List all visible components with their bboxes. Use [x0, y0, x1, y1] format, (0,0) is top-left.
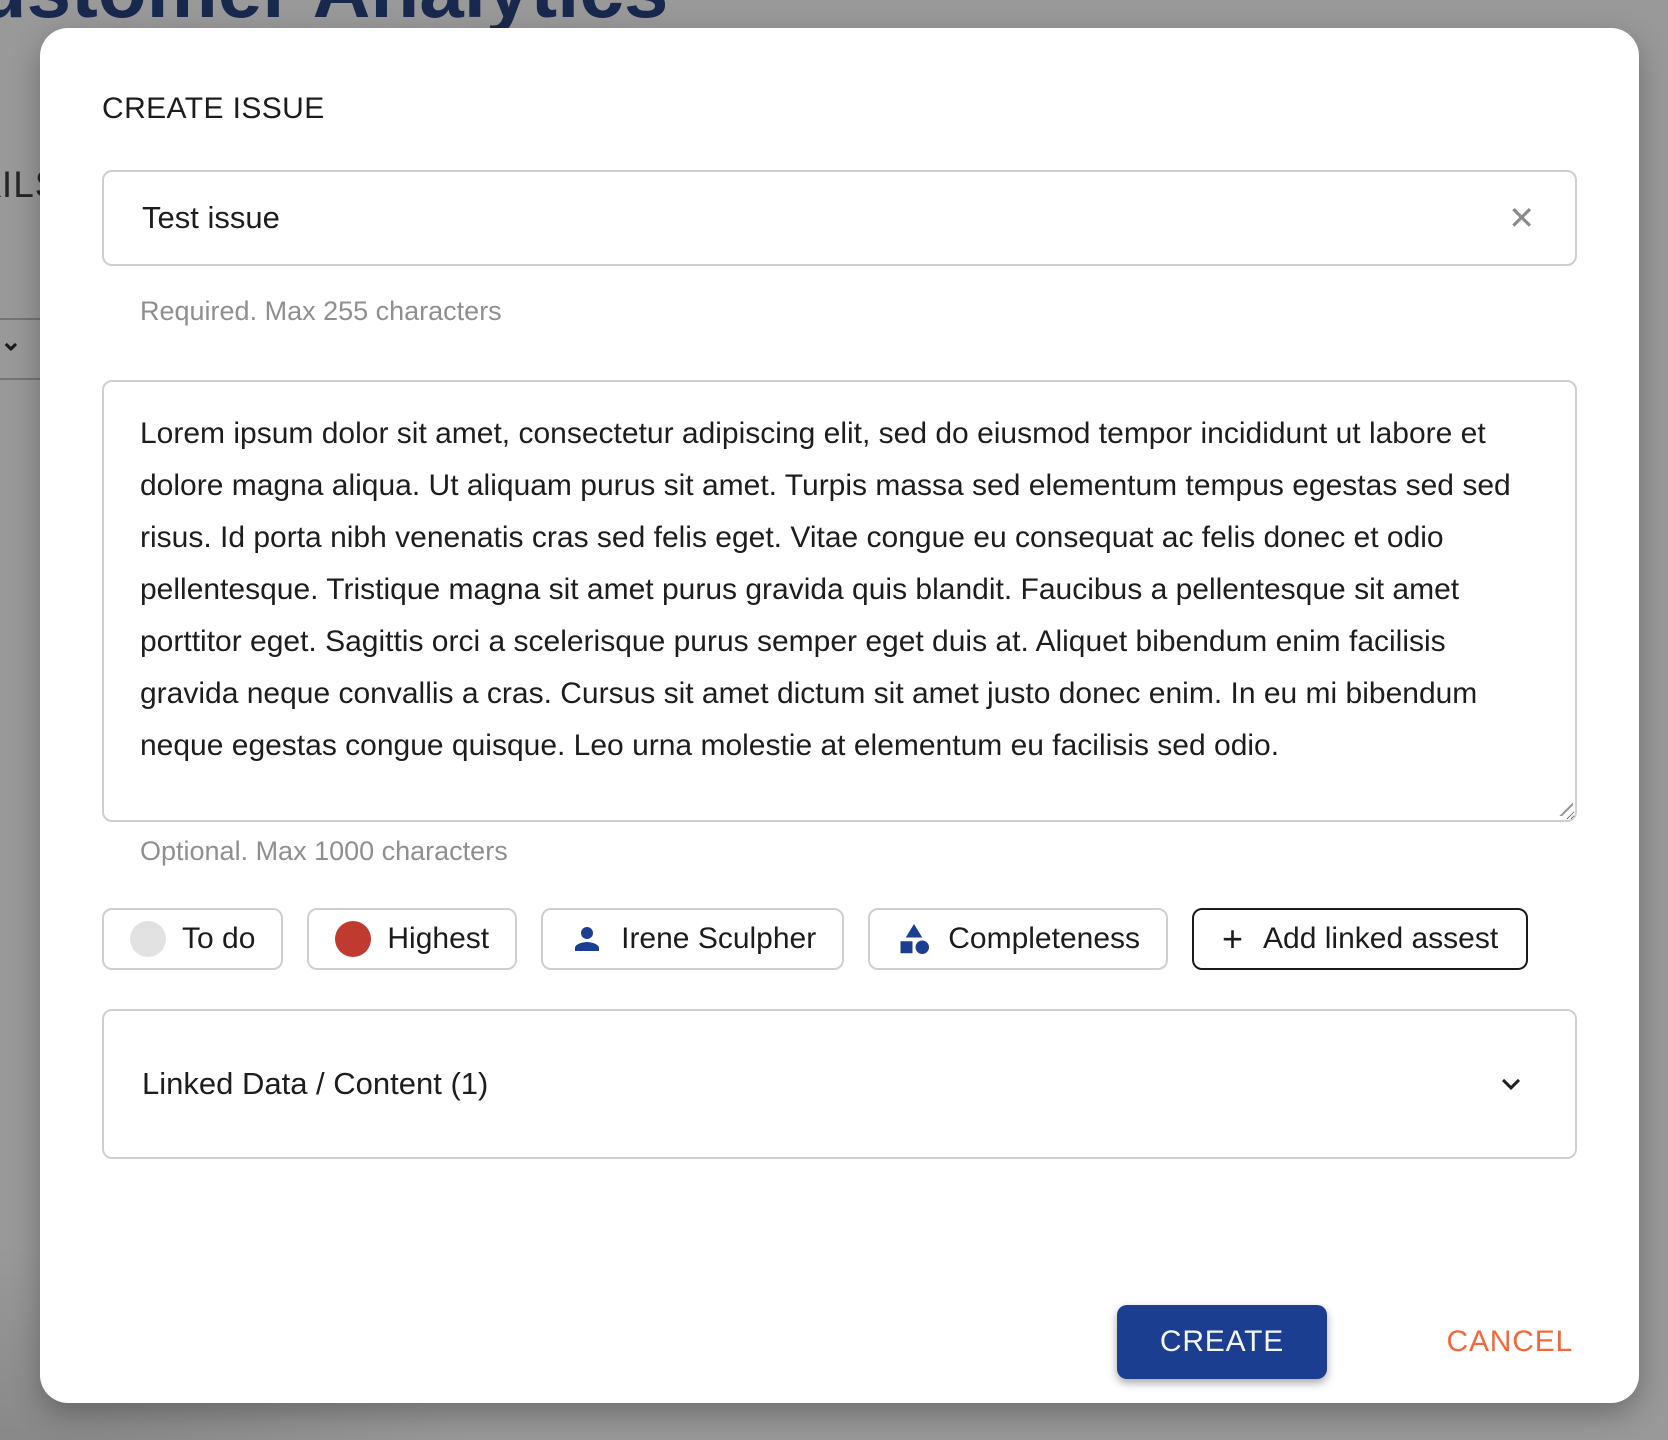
add-linked-asset-button[interactable]: + Add linked assest: [1192, 908, 1528, 970]
dimension-label: Completeness: [948, 922, 1140, 956]
priority-dot-icon: [335, 921, 371, 957]
summary-field-container: ✕: [102, 170, 1577, 266]
cancel-button[interactable]: CANCEL: [1447, 1305, 1574, 1379]
person-icon: [569, 921, 605, 957]
status-label: To do: [182, 922, 255, 956]
add-linked-asset-label: Add linked assest: [1263, 922, 1498, 956]
plus-icon: +: [1222, 921, 1243, 957]
linked-data-accordion[interactable]: Linked Data / Content (1): [102, 1009, 1577, 1159]
dimension-select[interactable]: Completeness: [868, 908, 1168, 970]
priority-label: Highest: [387, 922, 489, 956]
description-field-container: Lorem ipsum dolor sit amet, consectetur …: [102, 380, 1577, 822]
dialog-title: CREATE ISSUE: [102, 92, 325, 126]
chevron-down-icon[interactable]: [1493, 1066, 1529, 1102]
issue-attribute-chips: To do Highest Irene Sculpher Completenes…: [102, 908, 1528, 970]
description-helper-text: Optional. Max 1000 characters: [140, 836, 508, 867]
description-textarea[interactable]: Lorem ipsum dolor sit amet, consectetur …: [102, 380, 1577, 822]
create-button[interactable]: CREATE: [1117, 1305, 1327, 1379]
create-issue-dialog: CREATE ISSUE ✕ Required. Max 255 charact…: [40, 28, 1639, 1403]
category-icon: [896, 921, 932, 957]
priority-select[interactable]: Highest: [307, 908, 517, 970]
status-select[interactable]: To do: [102, 908, 283, 970]
status-dot-icon: [130, 921, 166, 957]
assignee-select[interactable]: Irene Sculpher: [541, 908, 844, 970]
summary-input[interactable]: [104, 172, 1575, 264]
clear-icon[interactable]: ✕: [1508, 172, 1535, 264]
assignee-label: Irene Sculpher: [621, 922, 816, 956]
summary-helper-text: Required. Max 255 characters: [140, 296, 502, 327]
linked-data-label: Linked Data / Content (1): [142, 1066, 488, 1102]
